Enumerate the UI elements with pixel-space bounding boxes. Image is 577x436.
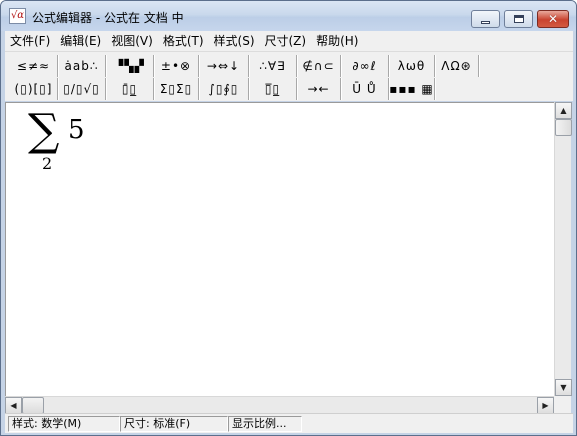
menu-edit[interactable]: 编辑(E) <box>55 31 106 51</box>
horizontal-scrollbar[interactable]: ◀ ▶ <box>5 396 554 414</box>
formula-editor-icon: √α <box>9 8 26 24</box>
menu-help[interactable]: 帮助(H) <box>311 31 363 51</box>
arrow-up-icon: ▲ <box>560 106 567 115</box>
template-palette-row: (▯)[▯] ▯/▯√▯ ▯̄▯̲ Σ▯Σ▯ ∫▯∮▯ ▯̅▯̲ →← Ū Ů … <box>10 78 435 100</box>
scrollbar-corner <box>554 396 571 413</box>
arrow-symbols-button[interactable]: →⇔↓ <box>199 55 249 77</box>
symbol-palette-row: ≤≠≈ ȧab∴ ▝▚▞ ±•⊗ →⇔↓ ∴∀∃ ∉∩⊂ ∂∞ℓ λωθ ΛΩ⊛ <box>10 55 479 77</box>
menu-bar: 文件(F) 编辑(E) 视图(V) 格式(T) 样式(S) 尺寸(Z) 帮助(H… <box>5 31 573 51</box>
summation-lower-limit[interactable]: 2 <box>42 156 52 172</box>
scroll-up-button[interactable]: ▲ <box>555 102 572 119</box>
arrow-down-icon: ▼ <box>560 383 567 392</box>
summation-operator[interactable]: ∑ <box>28 109 59 153</box>
scroll-left-button[interactable]: ◀ <box>5 397 22 414</box>
scroll-down-button[interactable]: ▼ <box>555 379 572 396</box>
underbar-overbar-templates-button[interactable]: ▯̅▯̲ <box>249 78 297 100</box>
status-style[interactable]: 样式: 数学(M) <box>8 416 120 432</box>
fraction-radical-templates-button[interactable]: ▯/▯√▯ <box>58 78 106 100</box>
operator-symbols-button[interactable]: ±•⊗ <box>154 55 199 77</box>
spaces-ellipses-button[interactable]: ȧab∴ <box>58 55 106 77</box>
relational-symbols-button[interactable]: ≤≠≈ <box>10 55 58 77</box>
logical-symbols-button[interactable]: ∴∀∃ <box>249 55 297 77</box>
integral-templates-button[interactable]: ∫▯∮▯ <box>199 78 249 100</box>
menu-size[interactable]: 尺寸(Z) <box>260 31 312 51</box>
title-bar[interactable]: √α 公式编辑器 - 公式在 文档 中 ✕ <box>1 1 576 31</box>
window-title: 公式编辑器 - 公式在 文档 中 <box>32 11 184 25</box>
scroll-right-button[interactable]: ▶ <box>537 397 554 414</box>
greek-uppercase-button[interactable]: ΛΩ⊛ <box>435 55 479 77</box>
subscript-superscript-templates-button[interactable]: ▯̄▯̲ <box>106 78 154 100</box>
symbol-toolbar: ≤≠≈ ȧab∴ ▝▚▞ ±•⊗ →⇔↓ ∴∀∃ ∉∩⊂ ∂∞ℓ λωθ ΛΩ⊛… <box>5 51 573 101</box>
horizontal-scroll-thumb[interactable] <box>22 397 44 414</box>
menu-format[interactable]: 格式(T) <box>158 31 209 51</box>
status-zoom[interactable]: 显示比例... <box>228 416 302 432</box>
greek-lowercase-button[interactable]: λωθ <box>389 55 435 77</box>
fence-templates-button[interactable]: (▯)[▯] <box>10 78 58 100</box>
formula-editor-window: √α 公式编辑器 - 公式在 文档 中 ✕ 文件(F) 编辑(E) 视图(V) … <box>0 0 577 436</box>
labeled-arrow-templates-button[interactable]: →← <box>297 78 341 100</box>
maximize-button[interactable] <box>504 10 533 28</box>
arrow-right-icon: ▶ <box>542 401 549 410</box>
matrix-templates-button[interactable]: ▪▪▪ ▦ <box>389 78 435 100</box>
maximize-icon <box>513 15 524 23</box>
minimize-button[interactable] <box>471 10 500 28</box>
embellishments-button[interactable]: ▝▚▞ <box>106 55 154 77</box>
summation-templates-button[interactable]: Σ▯Σ▯ <box>154 78 199 100</box>
close-button[interactable]: ✕ <box>537 10 569 28</box>
formula-editing-area[interactable]: ∑ 5 2 <box>5 102 554 396</box>
summation-argument[interactable]: 5 <box>68 117 85 143</box>
menu-file[interactable]: 文件(F) <box>5 31 55 51</box>
menu-view[interactable]: 视图(V) <box>106 31 158 51</box>
misc-symbols-button[interactable]: ∂∞ℓ <box>341 55 389 77</box>
arrow-left-icon: ◀ <box>10 401 17 410</box>
status-bar: 样式: 数学(M) 尺寸: 标准(F) 显示比例... <box>5 413 573 433</box>
vertical-scroll-thumb[interactable] <box>555 119 572 136</box>
status-size[interactable]: 尺寸: 标准(F) <box>120 416 228 432</box>
product-set-templates-button[interactable]: Ū Ů <box>341 78 389 100</box>
close-icon: ✕ <box>547 12 559 26</box>
menu-style[interactable]: 样式(S) <box>209 31 260 51</box>
vertical-scrollbar[interactable]: ▲ ▼ <box>554 102 572 396</box>
set-theory-symbols-button[interactable]: ∉∩⊂ <box>297 55 341 77</box>
minimize-icon <box>481 20 490 24</box>
